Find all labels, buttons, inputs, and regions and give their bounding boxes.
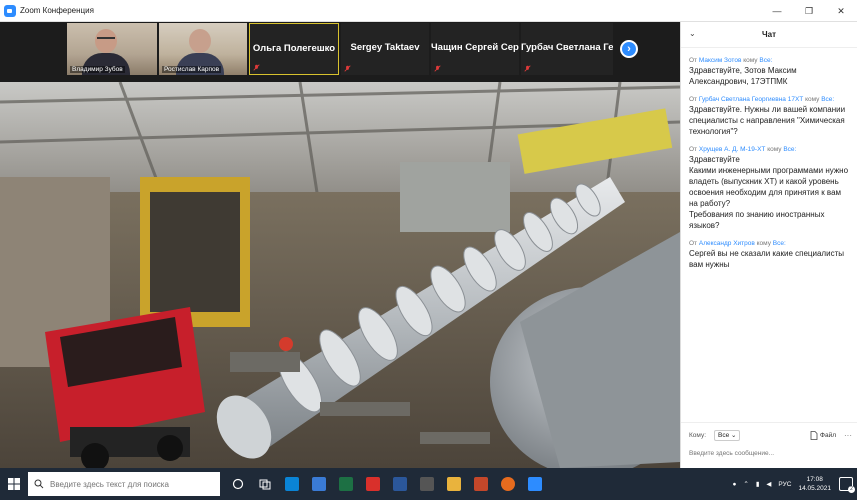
acrobat-icon[interactable] (361, 472, 385, 496)
muted-mic-icon (344, 65, 351, 72)
close-button[interactable]: ✕ (825, 0, 857, 22)
chat-message: От Гурбач Светлана Георгиевна 17ХТ кому … (689, 95, 849, 137)
file-explorer-icon[interactable] (442, 472, 466, 496)
participant-tile[interactable]: Ростислав Карпов (159, 23, 247, 75)
notification-icon[interactable]: 2 (839, 477, 855, 493)
chat-message-input[interactable] (689, 447, 849, 459)
maximize-button[interactable]: ❐ (793, 0, 825, 22)
chat-message: От Максим Зотов кому Все: Здравствуйте, … (689, 56, 849, 87)
participant-strip: Владимир Зубов Ростислав Карпов Ольга По… (0, 22, 680, 82)
muted-mic-icon (524, 65, 531, 72)
zoom-app-icon[interactable] (523, 472, 547, 496)
participant-tile[interactable]: Владимир Зубов (67, 23, 157, 75)
recipient-select[interactable]: Все ⌄ (714, 429, 741, 441)
powerpoint-icon[interactable] (469, 472, 493, 496)
message-text: Здравствуйте, Зотов Максим Александрович… (689, 66, 797, 86)
message-sender[interactable]: Александр Хитров (699, 240, 755, 247)
zoom-logo-icon (4, 4, 16, 17)
windows-logo-icon (8, 478, 20, 490)
task-view-icon[interactable] (253, 472, 277, 496)
store-icon[interactable] (307, 472, 331, 496)
network-icon[interactable]: ▮ (756, 480, 760, 488)
file-icon (810, 430, 818, 440)
word-icon[interactable] (388, 472, 412, 496)
clock[interactable]: 17:08 14.05.2021 (798, 475, 831, 493)
participant-name: Владимир Зубов (70, 66, 125, 73)
message-text: Сергей вы не сказали какие специалисты в… (689, 249, 844, 269)
participant-name: Sergey Taktaev (350, 42, 420, 53)
message-sender[interactable]: Гурбач Светлана Георгиевна 17ХТ (699, 96, 803, 103)
cortana-icon[interactable] (226, 472, 250, 496)
chat-title: Чат (762, 30, 776, 39)
participant-name: Ольга Полегешко (252, 43, 336, 54)
start-button[interactable] (0, 468, 28, 500)
muted-mic-icon (434, 65, 441, 72)
system-tray: ● ⌃ ▮ ◀ РУС 17:08 14.05.2021 2 (732, 468, 857, 500)
muted-mic-icon (253, 64, 260, 71)
participant-tile[interactable]: Sergey Taktaev (341, 23, 429, 75)
taskbar-search-input[interactable] (50, 479, 210, 489)
windows-taskbar: ● ⌃ ▮ ◀ РУС 17:08 14.05.2021 2 (0, 468, 857, 500)
mail-icon[interactable] (280, 472, 304, 496)
participant-name: Чащин Сергей Серг... (431, 42, 519, 53)
clock-time: 17:08 (806, 476, 823, 483)
chat-message: От Александр Хитров кому Все: Сергей вы … (689, 239, 849, 270)
chat-messages: От Максим Зотов кому Все: Здравствуйте, … (681, 56, 857, 270)
language-indicator[interactable]: РУС (778, 481, 791, 488)
minimize-button[interactable]: — (761, 0, 793, 22)
taskbar-search[interactable] (28, 472, 220, 496)
message-sender[interactable]: Максим Зотов (699, 57, 742, 64)
message-text: Здравствуйте Какими инженерными программ… (689, 155, 849, 230)
shared-video (0, 82, 680, 468)
chat-panel: ⌄ Чат От Максим Зотов кому Все: Здравств… (680, 22, 857, 468)
notification-count: 2 (848, 486, 855, 493)
shield-icon[interactable]: ● (732, 481, 736, 488)
more-options-button[interactable]: ··· (844, 431, 852, 440)
firefox-icon[interactable] (496, 472, 520, 496)
participant-tile[interactable]: Чащин Сергей Серг... (431, 23, 519, 75)
message-sender[interactable]: Хрущев А. Д. М-19-ХТ (699, 146, 766, 153)
search-icon (34, 479, 44, 489)
clock-date: 14.05.2021 (798, 485, 831, 492)
file-button[interactable]: Файл (810, 430, 836, 440)
next-participants-button[interactable]: › (620, 40, 638, 58)
participant-name: Ростислав Карпов (162, 66, 222, 73)
volume-icon[interactable]: ◀ (766, 480, 771, 488)
meeting-stage: Владимир Зубов Ростислав Карпов Ольга По… (0, 22, 680, 468)
participant-tile[interactable]: Гурбач Светлана Гео... (521, 23, 613, 75)
window-title: Zoom Конференция (20, 6, 94, 15)
chat-message: От Хрущев А. Д. М-19-ХТ кому Все: Здравс… (689, 146, 849, 230)
chevron-up-icon[interactable]: ⌃ (743, 480, 748, 488)
factory-floor-image (0, 82, 680, 468)
calendar-icon[interactable] (415, 472, 439, 496)
participant-name: Гурбач Светлана Гео... (521, 42, 613, 53)
message-text: Здравствуйте. Нужны ли вашей компании сп… (689, 105, 846, 136)
excel-icon[interactable] (334, 472, 358, 496)
window-titlebar: Zoom Конференция — ❐ ✕ (0, 0, 857, 22)
participant-tile[interactable]: Ольга Полегешко (249, 23, 339, 75)
recipient-label: Кому: (689, 431, 706, 439)
